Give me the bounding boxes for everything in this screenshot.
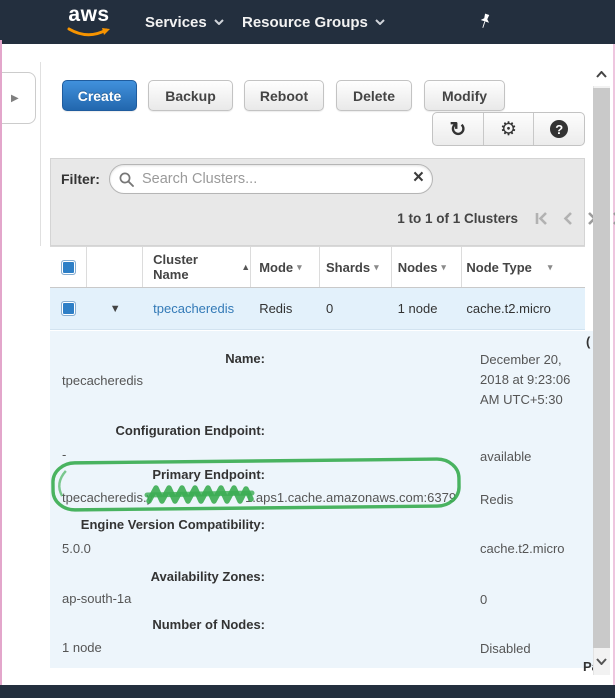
sidebar-expand-tab[interactable]: ▶ (2, 72, 36, 124)
screenshot-border-left (0, 40, 2, 698)
engine-version-value: 5.0.0 (62, 541, 91, 556)
clear-search-icon[interactable]: × (413, 167, 424, 189)
reboot-button[interactable]: Reboot (244, 80, 324, 111)
table-header-row: Cluster Name ▲ Mode ▾ Shards ▾ Nodes ▾ N… (50, 247, 585, 288)
creation-time-value: December 20, 2018 at 9:23:06 AM UTC+5:30 (480, 350, 586, 410)
column-header-node-type[interactable]: Node Type ▾ (462, 247, 585, 287)
status-value: available (480, 447, 586, 467)
table-tools-group: ↻ ⚙ ? (432, 112, 585, 146)
expand-column-header (87, 247, 143, 287)
cluster-row[interactable]: ▼ tpecacheredis Redis 0 1 node cache.t2.… (50, 288, 585, 330)
help-button[interactable]: ? (533, 113, 584, 145)
filter-panel: Filter: × 1 to 1 of 1 Clusters (50, 158, 585, 246)
select-all-checkbox[interactable] (61, 260, 76, 275)
filter-caret-icon: ▾ (548, 262, 553, 273)
column-header-cluster-name[interactable]: Cluster Name ▲ (143, 247, 251, 287)
configuration-endpoint-value: - (62, 447, 66, 462)
select-all-cell (50, 247, 87, 287)
scrollbar-thumb[interactable] (593, 88, 610, 648)
clipped-character-fragment: ( (586, 334, 590, 349)
chevron-right-icon: ▶ (11, 93, 19, 104)
name-value: tpecacheredis (62, 373, 143, 388)
panel-edge-divider (40, 62, 41, 246)
column-header-mode[interactable]: Mode ▾ (251, 247, 320, 287)
chevron-down-icon (596, 658, 607, 665)
nav-services-label: Services (145, 14, 207, 31)
nav-services[interactable]: Services (145, 0, 224, 44)
number-of-nodes-value: 1 node (62, 640, 102, 655)
search-box: × (109, 164, 433, 194)
column-header-shards[interactable]: Shards ▾ (320, 247, 392, 287)
sort-asc-icon: ▲ (241, 262, 250, 272)
footer-bar (0, 685, 615, 698)
create-button[interactable]: Create (62, 80, 137, 111)
refresh-button[interactable]: ↻ (433, 113, 483, 145)
aws-top-nav: aws Services Resource Groups (0, 0, 615, 44)
primary-endpoint-value: tpecacheredis.y1.aps1.cache.amazonaws.co… (62, 490, 456, 505)
node-type-value: cache.t2.micro (480, 539, 586, 559)
pagination-prev-button[interactable] (562, 211, 574, 226)
row-shards: 0 (320, 288, 392, 329)
chevron-down-icon (214, 19, 224, 25)
search-input[interactable] (109, 164, 433, 194)
engine-value: Redis (480, 490, 586, 510)
chevron-down-icon (375, 19, 385, 25)
row-nodes: 1 node (392, 288, 463, 329)
search-icon (118, 171, 135, 188)
prev-page-icon (562, 211, 574, 226)
first-page-icon (534, 211, 550, 226)
cluster-name-link[interactable]: tpecacheredis (153, 301, 234, 316)
aws-logo[interactable]: aws (64, 5, 114, 43)
shards-value: 0 (480, 590, 586, 610)
name-label: Name: (50, 351, 265, 366)
nav-resource-groups-label: Resource Groups (242, 14, 368, 31)
primary-endpoint-label: Primary Endpoint: (50, 467, 265, 482)
filter-caret-icon: ▾ (297, 262, 302, 273)
backup-button[interactable]: Backup (148, 80, 233, 111)
pagination: 1 to 1 of 1 Clusters (101, 211, 615, 226)
engine-version-label: Engine Version Compatibility: (50, 517, 265, 532)
configuration-endpoint-label: Configuration Endpoint: (50, 423, 265, 438)
pagination-last-button[interactable] (610, 211, 615, 226)
nav-resource-groups[interactable]: Resource Groups (242, 0, 385, 44)
gear-icon: ⚙ (500, 118, 517, 141)
backup-value: Disabled (480, 639, 586, 659)
row-mode: Redis (251, 288, 320, 329)
chevron-up-icon (596, 71, 607, 78)
row-node-type: cache.t2.micro (462, 288, 585, 329)
collapse-row-icon[interactable]: ▼ (110, 303, 121, 315)
number-of-nodes-label: Number of Nodes: (50, 617, 265, 632)
availability-zones-label: Availability Zones: (50, 569, 265, 584)
redacted-endpoint-segment (153, 492, 245, 502)
availability-zones-value: ap-south-1a (62, 591, 131, 606)
filter-label: Filter: (61, 171, 100, 187)
scroll-down-button[interactable] (593, 650, 610, 672)
delete-button[interactable]: Delete (336, 80, 412, 111)
row-checkbox[interactable] (61, 301, 76, 316)
scroll-up-button[interactable] (593, 62, 610, 86)
column-header-nodes[interactable]: Nodes ▾ (392, 247, 463, 287)
aws-smile-icon (66, 27, 112, 38)
cluster-details-panel: Name: tpecacheredis Configuration Endpoi… (50, 331, 593, 668)
help-icon: ? (550, 120, 568, 138)
clusters-table: Cluster Name ▲ Mode ▾ Shards ▾ Nodes ▾ N… (50, 246, 585, 330)
last-page-icon (610, 211, 615, 226)
aws-logo-text: aws (64, 5, 114, 25)
filter-caret-icon: ▾ (374, 262, 379, 273)
refresh-icon: ↻ (449, 117, 466, 142)
pagination-summary: 1 to 1 of 1 Clusters (397, 211, 518, 226)
pushpin-icon[interactable] (477, 13, 493, 35)
preferences-button[interactable]: ⚙ (483, 113, 534, 145)
elasticache-console: aws Services Resource Groups (0, 0, 615, 698)
modify-button[interactable]: Modify (424, 80, 505, 111)
pagination-first-button[interactable] (534, 211, 550, 226)
filter-caret-icon: ▾ (441, 262, 446, 273)
